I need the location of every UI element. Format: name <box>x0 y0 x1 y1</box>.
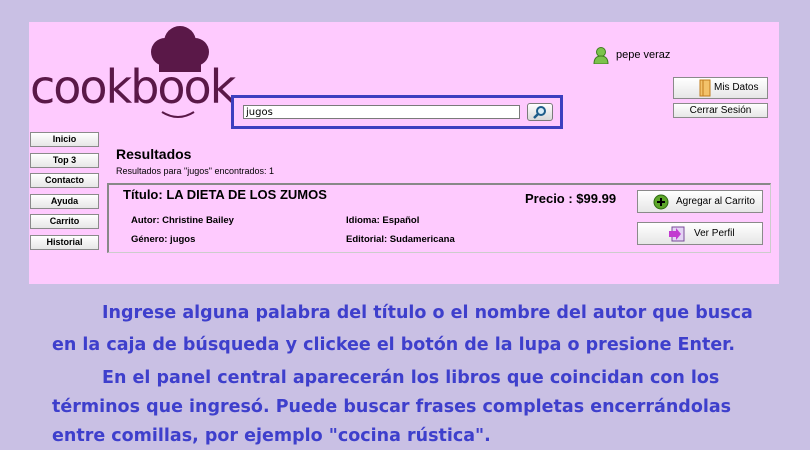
book-publisher: Editorial: Sudamericana <box>346 234 455 245</box>
mis-datos-label: Mis Datos <box>714 82 759 93</box>
book-price: Precio : $99.99 <box>525 191 617 206</box>
cerrar-sesion-button[interactable]: Cerrar Sesión <box>673 103 768 118</box>
plus-icon <box>653 194 669 210</box>
sidebar-item-historial[interactable]: Historial <box>30 235 99 250</box>
sidebar-item-inicio[interactable]: Inicio <box>30 132 99 147</box>
user-name: pepe veraz <box>616 49 671 61</box>
book-genre: Género: jugos <box>131 234 196 245</box>
results-title: Resultados <box>116 146 192 162</box>
book-icon <box>699 79 711 97</box>
sidebar-item-label: Inicio <box>52 134 77 144</box>
mis-datos-button[interactable]: Mis Datos <box>673 77 768 99</box>
sidebar-item-label: Carrito <box>49 216 80 226</box>
sidebar-item-label: Historial <box>46 237 83 247</box>
logo-text: cookbook <box>30 60 236 114</box>
instruction-line-3: En el panel central aparecerán los libro… <box>102 368 720 388</box>
sidebar-item-ayuda[interactable]: Ayuda <box>30 194 99 209</box>
instruction-line-4: términos que ingresó. Puede buscar frase… <box>52 397 732 417</box>
book-language: Idioma: Español <box>346 215 420 226</box>
sidebar-item-top3[interactable]: Top 3 <box>30 153 99 168</box>
instruction-line-2: en la caja de búsqueda y clickee el botó… <box>52 335 735 355</box>
profile-arrow-icon <box>669 226 685 242</box>
search-button[interactable] <box>527 103 553 121</box>
instruction-line-5: entre comillas, por ejemplo "cocina rúst… <box>52 426 491 446</box>
add-to-cart-label: Agregar al Carrito <box>676 196 755 207</box>
book-title: Título: LA DIETA DE LOS ZUMOS <box>123 187 327 202</box>
view-profile-label: Ver Perfil <box>694 228 735 239</box>
view-profile-button[interactable]: Ver Perfil <box>637 222 763 245</box>
cookbook-logo: cookbook <box>30 24 236 118</box>
sidebar-item-label: Top 3 <box>52 155 77 165</box>
results-count: Resultados para "jugos" encontrados: 1 <box>116 166 274 176</box>
sidebar-item-label: Contacto <box>45 175 84 185</box>
add-to-cart-button[interactable]: Agregar al Carrito <box>637 190 763 213</box>
sidebar-item-contacto[interactable]: Contacto <box>30 173 99 188</box>
logo-smile <box>161 111 195 118</box>
magnifier-icon <box>533 106 546 119</box>
cerrar-sesion-label: Cerrar Sesión <box>689 105 752 116</box>
user-icon <box>593 47 609 64</box>
sidebar-item-carrito[interactable]: Carrito <box>30 214 99 229</box>
book-author: Autor: Christine Bailey <box>131 215 234 226</box>
sidebar-item-label: Ayuda <box>50 196 79 206</box>
search-input[interactable] <box>243 105 520 119</box>
instruction-line-1: Ingrese alguna palabra del título o el n… <box>102 303 753 323</box>
